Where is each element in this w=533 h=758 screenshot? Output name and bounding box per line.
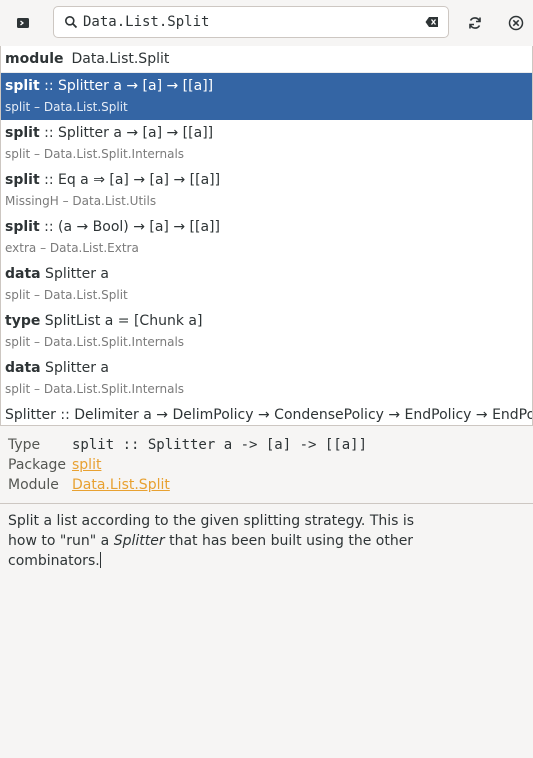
result-source: MissingH – Data.List.Utils <box>5 194 157 208</box>
details-panel: Type split :: Splitter a -> [a] -> [[a]] … <box>0 426 533 504</box>
result-item[interactable]: type SplitList a = [Chunk a] split – Dat… <box>1 308 532 355</box>
result-source: extra – Data.List.Extra <box>5 241 139 255</box>
doc-emphasis: Splitter <box>113 533 165 549</box>
result-signature: :: Splitter a → [a] → [[a]] <box>39 125 214 141</box>
documentation-text: Split a list according to the given spli… <box>8 511 438 571</box>
module-link[interactable]: Data.List.Split <box>72 477 170 493</box>
result-signature: :: (a → Bool) → [a] → [[a]] <box>39 219 220 235</box>
result-signature: Splitter a <box>40 266 109 282</box>
result-keyword: split <box>5 172 40 188</box>
result-item[interactable]: split :: Eq a ⇒ [a] → [a] → [[a]] Missin… <box>1 167 532 214</box>
search-field[interactable] <box>53 6 449 38</box>
module-label: Module <box>8 477 59 493</box>
result-signature: :: Splitter a → [a] → [[a]] <box>39 78 214 94</box>
result-signature: Splitter :: Delimiter a → DelimPolicy → … <box>5 407 532 423</box>
result-keyword: split <box>5 78 40 94</box>
module-row[interactable]: module Data.List.Split <box>1 46 532 73</box>
module-detail-row: Module Data.List.Split <box>8 475 170 495</box>
result-item[interactable]: data Splitter a split – Data.List.Split <box>1 261 532 308</box>
result-source: split – Data.List.Split.Internals <box>5 382 185 396</box>
result-signature: SplitList a = [Chunk a] <box>40 313 203 329</box>
result-item[interactable]: data Splitter a split – Data.List.Split.… <box>1 355 532 402</box>
package-row: Package split <box>8 455 101 475</box>
result-source: split – Data.List.Split.Internals <box>5 147 185 161</box>
result-source: split – Data.List.Split.Internals <box>5 335 185 349</box>
clear-text-icon[interactable] <box>425 16 439 28</box>
package-link[interactable]: split <box>72 457 101 473</box>
type-value: split :: Splitter a -> [a] -> [[a]] <box>72 437 368 453</box>
search-input[interactable] <box>83 12 413 32</box>
package-label: Package <box>8 457 67 473</box>
result-source: split – Data.List.Split <box>5 288 128 302</box>
result-keyword: type <box>5 313 41 329</box>
type-label: Type <box>8 437 41 453</box>
terminal-button[interactable] <box>8 8 38 38</box>
result-source: split – Data.List.Split <box>5 100 128 114</box>
close-button[interactable] <box>501 8 531 38</box>
header-bar <box>0 0 533 47</box>
result-signature: :: Eq a ⇒ [a] → [a] → [[a]] <box>39 172 221 188</box>
terminal-icon <box>17 18 29 28</box>
result-item-selected[interactable]: split :: Splitter a → [a] → [[a]] split … <box>1 73 532 120</box>
module-name: Data.List.Split <box>71 51 170 67</box>
results-list[interactable]: module Data.List.Split split :: Splitter … <box>0 46 533 426</box>
close-icon <box>508 15 524 31</box>
result-item[interactable]: split :: Splitter a → [a] → [[a]] split … <box>1 120 532 167</box>
result-signature: Splitter a <box>40 360 109 376</box>
result-keyword: split <box>5 125 40 141</box>
result-keyword: data <box>5 360 41 376</box>
result-item[interactable]: split :: (a → Bool) → [a] → [[a]] extra … <box>1 214 532 261</box>
result-keyword: data <box>5 266 41 282</box>
module-keyword: module <box>5 51 64 67</box>
result-keyword: split <box>5 219 40 235</box>
type-row: Type split :: Splitter a -> [a] -> [[a]] <box>8 435 367 455</box>
refresh-button[interactable] <box>460 8 490 38</box>
text-cursor <box>99 552 101 568</box>
refresh-icon <box>469 17 481 29</box>
result-item-partial[interactable]: Splitter :: Delimiter a → DelimPolicy → … <box>1 402 532 425</box>
search-icon <box>65 16 78 29</box>
